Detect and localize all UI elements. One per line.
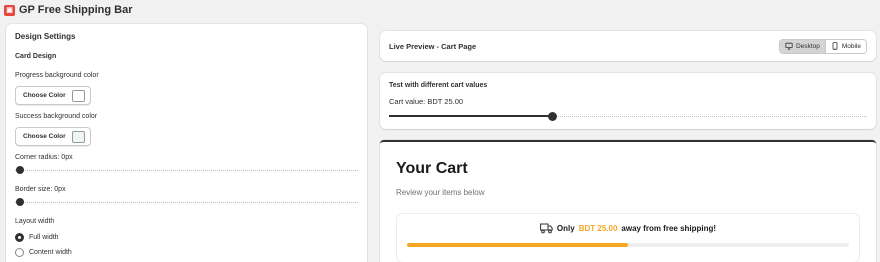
border-size-label: Border size: 0px bbox=[15, 186, 66, 193]
cart-subtitle: Review your items below bbox=[396, 188, 485, 197]
radio-full-width-label: Full width bbox=[29, 234, 59, 241]
shipping-msg-amount: BDT 25.00 bbox=[578, 223, 618, 233]
border-size-track bbox=[15, 202, 358, 203]
corner-radius-label: Corner radius: 0px bbox=[15, 154, 73, 161]
layout-width-label: Layout width bbox=[15, 218, 55, 225]
mobile-icon bbox=[832, 42, 838, 50]
device-toggle-group: Desktop Mobile bbox=[778, 38, 867, 54]
app-title: GP Free Shipping Bar bbox=[19, 4, 133, 16]
radio-full-width-control[interactable] bbox=[15, 233, 24, 242]
live-preview-title: Live Preview - Cart Page bbox=[389, 41, 477, 51]
cart-value-fill bbox=[389, 115, 552, 117]
border-size-slider[interactable] bbox=[15, 198, 358, 208]
desktop-icon bbox=[785, 42, 793, 50]
corner-radius-slider[interactable] bbox=[15, 166, 358, 176]
success-bg-label: Success background color bbox=[15, 113, 98, 120]
shipping-msg-suffix: away from free shipping! bbox=[621, 223, 717, 233]
radio-content-width-label: Content width bbox=[29, 249, 72, 256]
shipping-msg-prefix: Only bbox=[556, 223, 575, 233]
design-settings-card: Design Settings Card Design Progress bac… bbox=[6, 24, 367, 262]
cart-value-label: Cart value: BDT 25.00 bbox=[389, 97, 464, 106]
truck-icon bbox=[540, 223, 553, 233]
corner-radius-track bbox=[15, 170, 358, 171]
cart-title: Your Cart bbox=[396, 160, 468, 177]
progress-bg-choose-color-button[interactable]: Choose Color bbox=[15, 86, 91, 105]
card-design-title: Card Design bbox=[15, 53, 57, 60]
desktop-toggle-button[interactable]: Desktop bbox=[779, 39, 825, 53]
free-shipping-message: Only BDT 25.00 away from free shipping! bbox=[407, 221, 849, 235]
success-bg-swatch bbox=[71, 130, 85, 143]
radio-content-width[interactable]: Content width bbox=[15, 245, 358, 260]
progress-bg-swatch bbox=[71, 89, 85, 102]
progress-bg-button-label: Choose Color bbox=[23, 92, 66, 99]
progress-bg-label: Progress background color bbox=[15, 72, 99, 79]
mobile-toggle-button[interactable]: Mobile bbox=[824, 39, 866, 53]
app-logo-icon: ▣ bbox=[4, 4, 15, 16]
design-settings-title: Design Settings bbox=[15, 32, 76, 41]
shipping-progress-bar bbox=[407, 243, 849, 247]
live-preview-header-card: Live Preview - Cart Page Desktop Mobile bbox=[380, 31, 876, 61]
cart-value-slider[interactable] bbox=[389, 112, 867, 122]
border-size-thumb[interactable] bbox=[16, 198, 24, 206]
shipping-progress-fill bbox=[407, 243, 628, 247]
radio-content-width-control[interactable] bbox=[15, 248, 24, 257]
radio-full-width[interactable]: Full width bbox=[15, 230, 358, 245]
success-bg-button-label: Choose Color bbox=[23, 133, 66, 140]
corner-radius-thumb[interactable] bbox=[16, 166, 24, 174]
mobile-toggle-label: Mobile bbox=[841, 42, 861, 50]
desktop-toggle-label: Desktop bbox=[795, 42, 820, 50]
success-bg-choose-color-button[interactable]: Choose Color bbox=[15, 127, 91, 146]
cart-value-thumb[interactable] bbox=[547, 112, 557, 121]
test-cart-values-card: Test with different cart values Cart val… bbox=[380, 73, 876, 129]
free-shipping-bar: Only BDT 25.00 away from free shipping! bbox=[396, 213, 860, 262]
cart-preview-card: Your Cart Review your items below Only B… bbox=[380, 140, 876, 262]
test-cart-title: Test with different cart values bbox=[389, 82, 488, 89]
app-header: ▣ GP Free Shipping Bar bbox=[4, 2, 133, 18]
